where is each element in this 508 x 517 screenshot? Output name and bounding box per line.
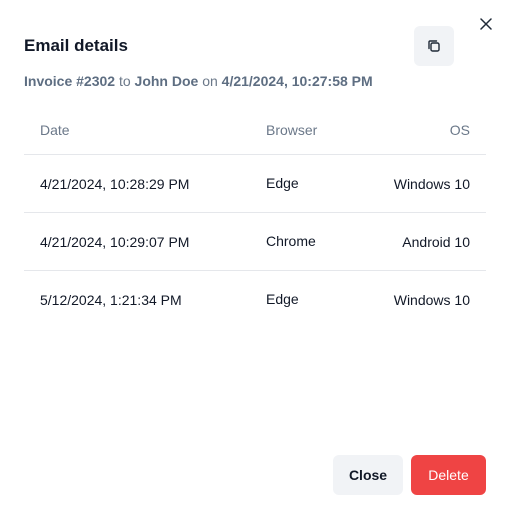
table-row: 4/21/2024, 10:29:07 PM Chrome Android 10 [24,213,486,271]
column-header-browser: Browser [266,122,318,138]
table-header-row: Date Browser OS [24,106,486,155]
copy-icon [428,40,440,52]
email-details-dialog: Email details Invoice #2302 to John Doe … [0,0,508,517]
cell-date: 4/21/2024, 10:29:07 PM [40,233,190,250]
column-header-os: OS [449,122,470,138]
cell-browser: Edge [266,174,299,191]
cell-browser: Edge [266,290,299,307]
delete-button[interactable]: Delete [411,455,486,495]
cell-os: Android 10 [402,233,470,250]
column-header-date: Date [40,122,70,138]
email-opens-table: Date Browser OS 4/21/2024, 10:28:29 PM E… [24,106,486,328]
sent-datetime: 4/21/2024, 10:27:58 PM [221,73,373,89]
table-row: 4/21/2024, 10:28:29 PM Edge Windows 10 [24,155,486,213]
close-button[interactable]: Close [333,455,403,495]
dialog-title: Email details [24,36,128,55]
subtitle-to: to [118,73,131,89]
cell-browser: Chrome [266,232,316,249]
dialog-subtitle: Invoice #2302 to John Doe on 4/21/2024, … [24,72,373,90]
table-row: 5/12/2024, 1:21:34 PM Edge Windows 10 [24,271,486,328]
recipient-name: John Doe [134,73,199,89]
subtitle-on: on [202,73,218,89]
copy-button[interactable] [414,26,454,66]
cell-date: 5/12/2024, 1:21:34 PM [40,291,182,308]
close-icon[interactable] [478,16,494,32]
cell-date: 4/21/2024, 10:28:29 PM [40,175,190,192]
cell-os: Windows 10 [393,175,470,192]
cell-os: Windows 10 [393,291,470,308]
invoice-number: Invoice #2302 [24,73,116,89]
